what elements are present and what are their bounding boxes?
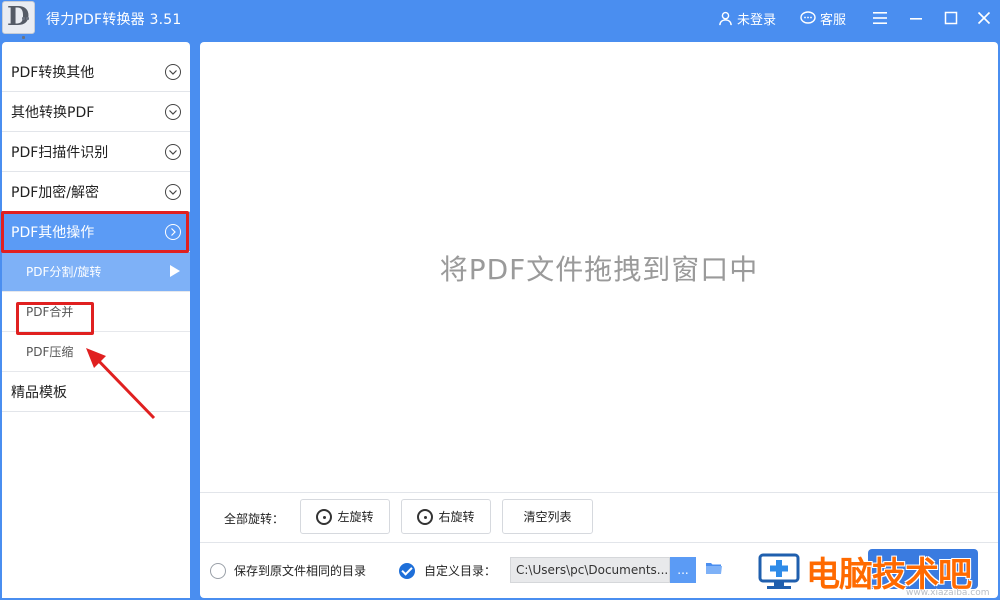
category-label: PDF扫描件识别 (11, 144, 109, 161)
minimize-icon (910, 18, 922, 20)
subitem-label: PDF合并 (26, 305, 74, 319)
chevron-down-icon (165, 104, 181, 120)
annotation-arrow-icon (86, 348, 156, 420)
maximize-icon (944, 11, 958, 25)
custom-dir-label[interactable]: 自定义目录： (424, 562, 496, 579)
close-button[interactable] (974, 8, 994, 28)
rotate-toolbar: 全部旋转： 左旋转 右旋转 清空列表 (200, 492, 998, 542)
logo-dots-icon (21, 5, 31, 39)
app-title: 得力PDF转换器 3.51 (46, 12, 182, 28)
service-label: 客服 (820, 13, 847, 28)
rotate-left-icon (316, 508, 333, 525)
rotate-right-icon (417, 508, 434, 525)
chevron-down-icon (165, 184, 181, 200)
category-pdf-other-ops[interactable]: PDF其他操作 (2, 212, 190, 252)
rotate-all-label: 全部旋转： (224, 512, 285, 526)
category-label: PDF加密/解密 (11, 184, 99, 201)
category-other-to-pdf[interactable]: 其他转换PDF (2, 92, 190, 132)
subitem-pdf-split-rotate[interactable]: PDF分割/旋转 (2, 252, 190, 292)
rotate-left-label: 左旋转 (337, 510, 374, 524)
category-pdf-ocr[interactable]: PDF扫描件识别 (2, 132, 190, 172)
save-same-dir-label[interactable]: 保存到原文件相同的目录 (234, 562, 366, 579)
browse-button[interactable]: ... (670, 557, 696, 583)
maximize-button[interactable] (941, 8, 961, 28)
open-folder-icon[interactable] (705, 561, 723, 575)
category-label: PDF转换其他 (11, 64, 95, 81)
close-icon (977, 11, 991, 25)
clear-list-button[interactable]: 清空列表 (502, 499, 593, 534)
save-same-dir-radio[interactable] (210, 563, 226, 579)
login-label: 未登录 (737, 13, 777, 28)
user-icon (719, 11, 732, 26)
subitem-label: PDF压缩 (26, 345, 74, 359)
rotate-right-button[interactable]: 右旋转 (401, 499, 491, 534)
title-bar: D 得力PDF转换器 3.51 未登录 客服 (0, 0, 1000, 39)
chevron-down-icon (165, 144, 181, 160)
chat-icon (800, 11, 816, 24)
custom-dir-radio[interactable] (399, 563, 415, 579)
subitem-pdf-merge[interactable]: PDF合并 (2, 292, 190, 332)
monitor-logo-icon (758, 553, 800, 589)
minimize-button[interactable] (906, 8, 926, 28)
hamburger-icon (873, 12, 887, 24)
rotate-right-label: 右旋转 (438, 510, 475, 524)
rotate-left-button[interactable]: 左旋转 (300, 499, 390, 534)
category-label: 其他转换PDF (11, 104, 95, 121)
category-pdf-encrypt[interactable]: PDF加密/解密 (2, 172, 190, 212)
sidebar: PDF转换其他 其他转换PDF PDF扫描件识别 PDF加密/解密 PDF其他操… (2, 42, 190, 598)
main-panel: 将PDF文件拖拽到窗口中 全部旋转： 左旋转 右旋转 清空列表 保存到原文件相同… (200, 42, 998, 598)
login-button[interactable]: 未登录 (718, 9, 776, 28)
service-button[interactable]: 客服 (800, 9, 846, 28)
menu-button[interactable] (870, 8, 890, 28)
app-logo: D (2, 1, 35, 39)
custom-dir-path-field[interactable]: C:\Users\pc\Documents... (510, 557, 670, 583)
selected-arrow-icon (170, 265, 180, 277)
category-label: PDF其他操作 (11, 224, 95, 241)
chevron-right-icon (165, 224, 181, 240)
drop-zone-hint[interactable]: 将PDF文件拖拽到窗口中 (200, 248, 998, 288)
subitem-label: PDF分割/旋转 (26, 265, 102, 279)
category-label: 精品模板 (11, 384, 67, 401)
watermark-url: www.xiazaiba.com (906, 588, 990, 598)
category-pdf-to-other[interactable]: PDF转换其他 (2, 52, 190, 92)
chevron-down-icon (165, 64, 181, 80)
clear-list-label: 清空列表 (523, 510, 572, 524)
